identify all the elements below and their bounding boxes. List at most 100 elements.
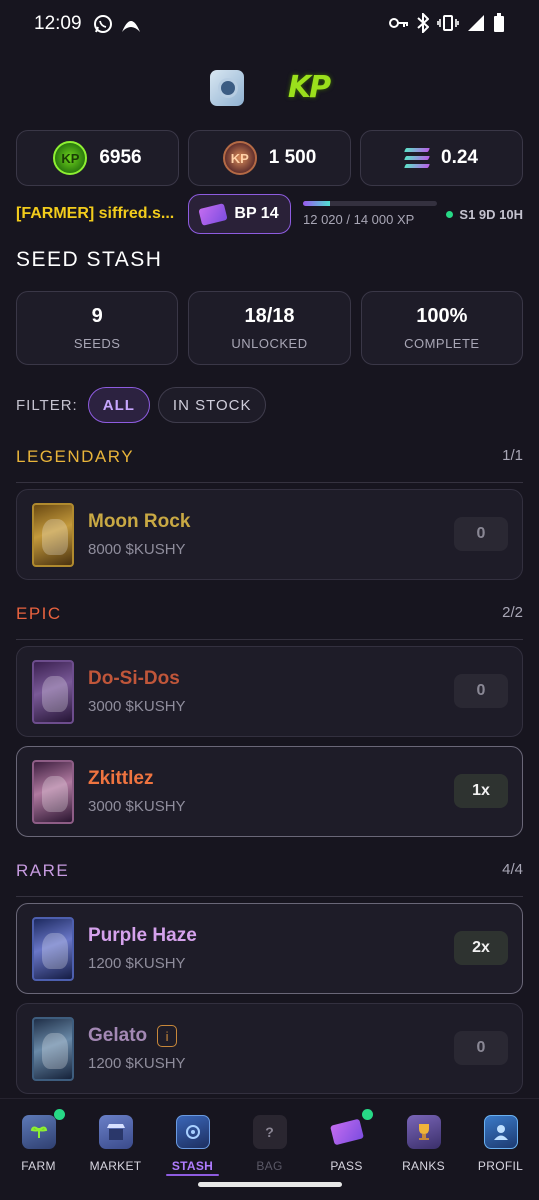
currency-green[interactable]: KP 6956 [16, 130, 179, 186]
stat-value: 18/18 [244, 305, 295, 327]
user-name[interactable]: [FARMER] siffred.s... [16, 205, 184, 223]
profile-icon [483, 1115, 518, 1149]
currency-row: KP 6956 KP 1 500 0.24 [16, 130, 523, 186]
seed-name: Zkittlez [88, 768, 154, 789]
seed-quantity: 0 [454, 1031, 508, 1065]
seed-card-gelato[interactable]: Gelato i 1200 $KUSHY 0 [16, 1003, 523, 1094]
seed-card-moon-rock[interactable]: Moon Rock 8000 $KUSHY 0 [16, 489, 523, 580]
xp-progress: 12 020 / 14 000 XP [303, 201, 437, 227]
seed-card-image [32, 659, 74, 724]
currency-solana[interactable]: 0.24 [360, 130, 523, 186]
live-dot-icon [446, 210, 454, 218]
kp-copper-coin-icon: KP [222, 141, 257, 175]
market-stall-icon [98, 1115, 133, 1149]
seed-card-image [32, 916, 74, 981]
rarity-header-rare: RARE 4/4 [16, 861, 523, 897]
notification-dot [54, 1109, 65, 1120]
xp-text: 12 020 / 14 000 XP [303, 212, 415, 227]
info-icon[interactable]: i [157, 1025, 178, 1047]
seed-card-image [32, 502, 74, 567]
seed-price: 3000 $KUSHY [88, 798, 186, 815]
nav-label: BAG [256, 1159, 283, 1173]
plant-box-icon [21, 1115, 56, 1149]
rarity-name: RARE [16, 861, 70, 880]
stat-complete: 100% COMPLETE [360, 291, 523, 365]
xp-bar [303, 201, 437, 206]
seed-card-purple-haze[interactable]: Purple Haze 1200 $KUSHY 2x [16, 903, 523, 994]
nav-farm[interactable]: FARM [0, 1099, 77, 1200]
season-text: S1 9D 10H [459, 206, 523, 222]
filter-bar: FILTER: ALL IN STOCK [16, 387, 267, 423]
battery-icon [493, 13, 505, 38]
seed-card-image [32, 759, 74, 824]
xp-bar-fill [303, 201, 330, 206]
kp-logo-icon: KP [287, 70, 331, 105]
nav-label: MARKET [89, 1159, 142, 1173]
nav-label: FARM [21, 1159, 56, 1173]
ticket-icon [198, 202, 229, 226]
speaker-logo-icon[interactable] [209, 70, 244, 106]
trophy-icon [406, 1115, 441, 1149]
vpn-key-icon [389, 16, 409, 35]
season-timer: S1 9D 10H [446, 207, 523, 222]
stat-value: 100% [416, 305, 468, 327]
nav-label: RANKS [402, 1159, 445, 1173]
stat-seeds: 9 SEEDS [16, 291, 179, 365]
seed-price: 1200 $KUSHY [88, 955, 186, 972]
currency-value: 1 500 [268, 147, 317, 168]
nav-label: PASS [330, 1159, 363, 1173]
seed-name: Gelato [88, 1025, 148, 1046]
currency-value: 6956 [99, 147, 142, 168]
ticket-icon [329, 1115, 364, 1149]
status-time: 12:09 [34, 13, 82, 34]
seed-card-do-si-dos[interactable]: Do-Si-Dos 3000 $KUSHY 0 [16, 646, 523, 737]
user-row: [FARMER] siffred.s... BP 14 12 020 / 14 … [16, 194, 523, 234]
currency-value: 0.24 [441, 147, 478, 168]
battle-pass-button[interactable]: BP 14 [188, 194, 291, 234]
seed-quantity: 0 [454, 517, 508, 551]
signal-icon [467, 14, 485, 37]
rarity-name: LEGENDARY [16, 447, 135, 466]
page-title: SEED STASH [16, 248, 163, 271]
stat-value: 9 [91, 305, 103, 327]
mystery-bag-icon: ? [252, 1115, 287, 1149]
seed-quantity: 1x [454, 774, 508, 808]
filter-in-stock-chip[interactable]: IN STOCK [157, 387, 267, 423]
stat-label: UNLOCKED [231, 336, 308, 351]
rarity-name: EPIC [16, 604, 62, 623]
stash-safe-icon [175, 1115, 210, 1149]
seed-card-zkittlez[interactable]: Zkittlez 3000 $KUSHY 1x [16, 746, 523, 837]
nav-profil[interactable]: PROFIL [462, 1099, 539, 1200]
stat-unlocked: 18/18 UNLOCKED [188, 291, 351, 365]
filter-all-chip[interactable]: ALL [87, 387, 150, 423]
vibrate-icon [437, 14, 459, 37]
solana-icon [404, 148, 430, 168]
seed-name: Do-Si-Dos [88, 668, 180, 689]
header-logos: KP [0, 70, 539, 106]
rarity-header-legendary: LEGENDARY 1/1 [16, 447, 523, 483]
status-bar: 12:09 [0, 0, 539, 48]
kp-green-coin-icon: KP [53, 141, 88, 175]
nav-label: STASH [171, 1159, 214, 1173]
bp-level: BP 14 [234, 205, 279, 222]
home-indicator[interactable] [198, 1182, 342, 1187]
bluetooth-icon [417, 11, 430, 38]
seed-quantity: 2x [454, 931, 508, 965]
rarity-count: 1/1 [502, 447, 523, 464]
seed-name: Moon Rock [88, 511, 191, 532]
nav-ranks[interactable]: RANKS [385, 1099, 462, 1200]
stat-label: SEEDS [73, 336, 121, 351]
opera-icon [120, 13, 142, 35]
seed-price: 3000 $KUSHY [88, 698, 186, 715]
nav-market[interactable]: MARKET [77, 1099, 154, 1200]
stat-label: COMPLETE [404, 336, 480, 351]
stats-row: 9 SEEDS 18/18 UNLOCKED 100% COMPLETE [16, 291, 523, 365]
rarity-count: 2/2 [502, 604, 523, 621]
filter-label: FILTER: [16, 396, 78, 414]
seed-price: 8000 $KUSHY [88, 541, 186, 558]
currency-copper[interactable]: KP 1 500 [188, 130, 351, 186]
whatsapp-icon [92, 13, 114, 35]
seed-card-image [32, 1016, 74, 1081]
nav-label: PROFIL [477, 1159, 524, 1173]
system-icons [389, 11, 505, 38]
